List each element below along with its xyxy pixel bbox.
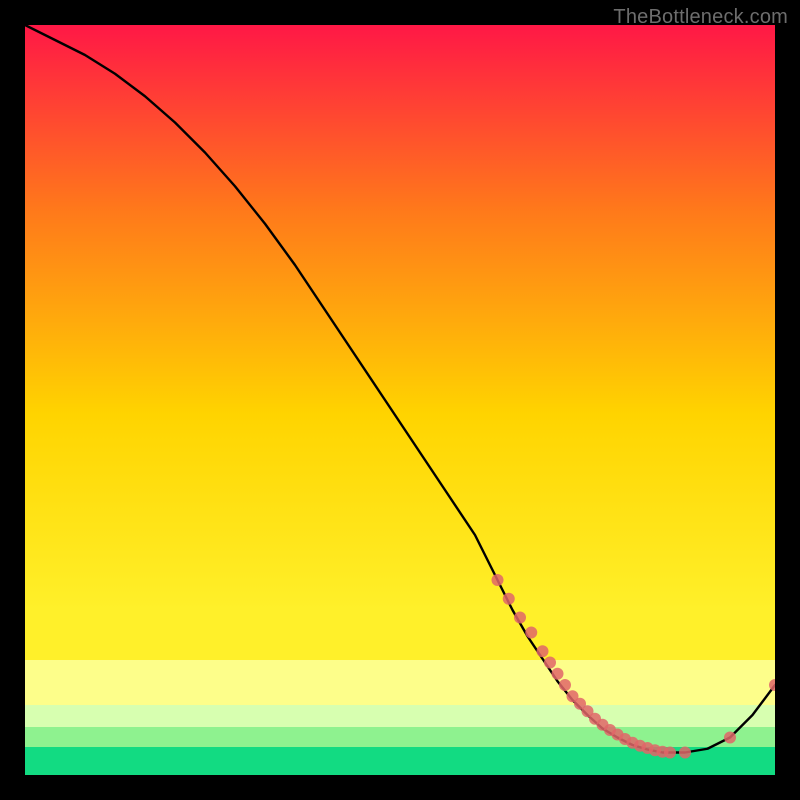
curve-marker <box>525 627 537 639</box>
curve-marker <box>552 668 564 680</box>
curve-marker <box>559 679 571 691</box>
band-green-mid <box>25 727 775 747</box>
curve-marker <box>664 747 676 759</box>
curve-marker <box>679 747 691 759</box>
chart-svg <box>25 25 775 775</box>
curve-marker <box>537 645 549 657</box>
curve-marker <box>503 593 515 605</box>
curve-marker <box>544 657 556 669</box>
chart-stage: TheBottleneck.com <box>0 0 800 800</box>
band-pale-yellow <box>25 660 775 705</box>
curve-marker <box>724 732 736 744</box>
curve-marker <box>492 574 504 586</box>
curve-marker <box>514 612 526 624</box>
band-green-pale <box>25 705 775 727</box>
plot-area <box>25 25 775 775</box>
